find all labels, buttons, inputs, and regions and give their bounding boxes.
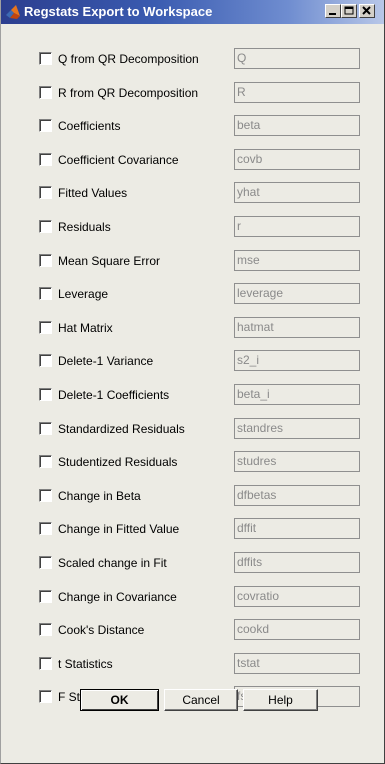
export-dialog-window: Regstats Export to Workspace Q from QR D… — [0, 0, 385, 764]
export-option-row: Hat Matrix hatmat — [1, 315, 384, 341]
export-option-label: Residuals — [58, 220, 111, 234]
export-option-row: Cook's Distance cookd — [1, 617, 384, 643]
export-option-label: Coefficients — [58, 119, 121, 133]
export-checkbox[interactable] — [39, 186, 52, 199]
export-option-row: Studentized Residuals studres — [1, 449, 384, 475]
export-option-row: Coefficient Covariance covb — [1, 147, 384, 173]
export-option-label: R from QR Decomposition — [58, 86, 199, 100]
export-checkbox[interactable] — [39, 52, 52, 65]
close-icon — [362, 6, 371, 15]
export-checkbox[interactable] — [39, 321, 52, 334]
variable-name-field[interactable]: leverage — [234, 283, 360, 304]
variable-name-field[interactable]: mse — [234, 250, 360, 271]
export-option-row: Change in Fitted Value dffit — [1, 516, 384, 542]
export-checkbox[interactable] — [39, 254, 52, 267]
export-option-row: Change in Covariance covratio — [1, 584, 384, 610]
export-option-label: Scaled change in Fit — [58, 556, 167, 570]
export-option-row: Leverage leverage — [1, 281, 384, 307]
export-option-label: Coefficient Covariance — [58, 153, 179, 167]
export-option-label: Delete-1 Coefficients — [58, 388, 170, 402]
variable-name-field[interactable]: beta_i — [234, 384, 360, 405]
export-option-label: Cook's Distance — [58, 623, 145, 637]
variable-name-field[interactable]: cookd — [234, 619, 360, 640]
close-button[interactable] — [359, 4, 375, 18]
export-checkbox[interactable] — [39, 153, 52, 166]
export-checkbox[interactable] — [39, 489, 52, 502]
variable-name-field[interactable]: covratio — [234, 586, 360, 607]
matlab-logo-icon — [5, 4, 21, 20]
export-option-row: Delete-1 Coefficients beta_i — [1, 382, 384, 408]
minimize-icon — [329, 13, 336, 15]
export-option-row: Q from QR Decomposition Q — [1, 46, 384, 72]
export-checkbox[interactable] — [39, 119, 52, 132]
export-option-row: Standardized Residuals standres — [1, 416, 384, 442]
export-option-row: R from QR Decomposition R — [1, 80, 384, 106]
variable-name-field[interactable]: tstat — [234, 653, 360, 674]
export-option-label: Leverage — [58, 287, 109, 301]
variable-name-field[interactable]: yhat — [234, 182, 360, 203]
export-checkbox[interactable] — [39, 690, 52, 703]
variable-name-field[interactable]: dffits — [234, 552, 360, 573]
export-checkbox[interactable] — [39, 556, 52, 569]
export-checkbox[interactable] — [39, 623, 52, 636]
export-option-label: Change in Beta — [58, 489, 141, 503]
export-option-label: Change in Fitted Value — [58, 522, 180, 536]
variable-name-field[interactable]: covb — [234, 149, 360, 170]
variable-name-field[interactable]: beta — [234, 115, 360, 136]
export-checkbox[interactable] — [39, 455, 52, 468]
export-checkbox[interactable] — [39, 86, 52, 99]
variable-name-field[interactable]: s2_i — [234, 350, 360, 371]
export-option-row: Change in Beta dfbetas — [1, 483, 384, 509]
export-option-label: Delete-1 Variance — [58, 354, 154, 368]
export-checkbox[interactable] — [39, 287, 52, 300]
export-option-label: Standardized Residuals — [58, 422, 185, 436]
export-option-row: Scaled change in Fit dffits — [1, 550, 384, 576]
maximize-icon — [344, 6, 354, 15]
export-option-row: Mean Square Error mse — [1, 248, 384, 274]
export-option-label: t Statistics — [58, 657, 113, 671]
export-checkbox[interactable] — [39, 590, 52, 603]
export-checkbox[interactable] — [39, 388, 52, 401]
variable-name-field[interactable]: r — [234, 216, 360, 237]
export-option-label: Hat Matrix — [58, 321, 113, 335]
export-checkbox[interactable] — [39, 422, 52, 435]
help-button[interactable]: Help — [243, 689, 318, 711]
variable-name-field[interactable]: hatmat — [234, 317, 360, 338]
variable-name-field[interactable]: standres — [234, 418, 360, 439]
title-bar[interactable]: Regstats Export to Workspace — [1, 0, 384, 24]
variable-name-field[interactable]: R — [234, 82, 360, 103]
export-checkbox[interactable] — [39, 220, 52, 233]
window-title: Regstats Export to Workspace — [24, 4, 213, 19]
export-option-label: Change in Covariance — [58, 590, 177, 604]
export-option-label: Mean Square Error — [58, 254, 161, 268]
export-option-label: Fitted Values — [58, 186, 128, 200]
export-option-row: Fitted Values yhat — [1, 180, 384, 206]
export-option-row: Coefficients beta — [1, 113, 384, 139]
minimize-button[interactable] — [325, 4, 341, 18]
ok-button[interactable]: OK — [80, 689, 159, 711]
export-checkbox[interactable] — [39, 354, 52, 367]
export-option-label: Studentized Residuals — [58, 455, 178, 469]
export-option-row: Residuals r — [1, 214, 384, 240]
export-option-row: t Statistics tstat — [1, 651, 384, 677]
export-option-row: Delete-1 Variance s2_i — [1, 348, 384, 374]
variable-name-field[interactable]: dfbetas — [234, 485, 360, 506]
export-checkbox[interactable] — [39, 522, 52, 535]
variable-name-field[interactable]: studres — [234, 451, 360, 472]
export-checkbox[interactable] — [39, 657, 52, 670]
variable-name-field[interactable]: Q — [234, 48, 360, 69]
cancel-button[interactable]: Cancel — [164, 689, 238, 711]
export-option-label: Q from QR Decomposition — [58, 52, 199, 66]
maximize-button[interactable] — [341, 4, 357, 18]
variable-name-field[interactable]: dffit — [234, 518, 360, 539]
